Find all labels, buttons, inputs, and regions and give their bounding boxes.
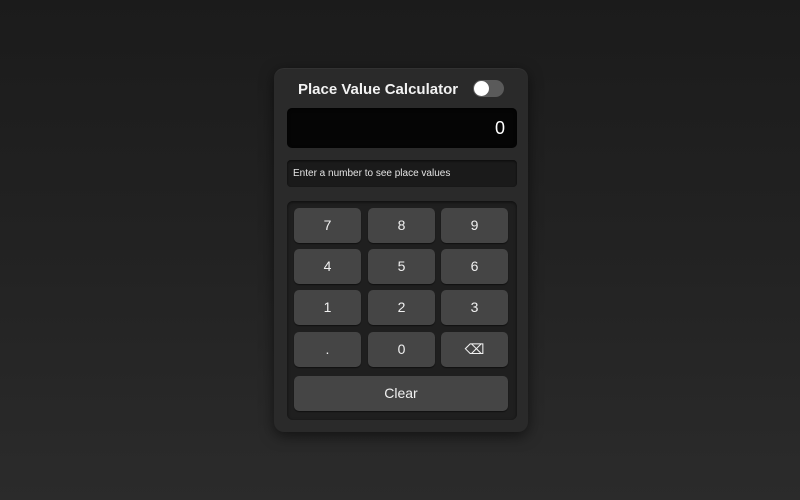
key-8[interactable]: 8 — [368, 208, 435, 243]
app-title: Place Value Calculator — [298, 81, 459, 98]
toggle-knob — [474, 81, 489, 96]
clear-button[interactable]: Clear — [294, 376, 508, 411]
key-2[interactable]: 2 — [368, 290, 435, 325]
key-4[interactable]: 4 — [294, 249, 361, 284]
key-0[interactable]: 0 — [368, 332, 435, 367]
key-decimal[interactable]: . — [294, 332, 361, 367]
backspace-icon: ⌫ — [464, 341, 485, 357]
key-7[interactable]: 7 — [294, 208, 361, 243]
backspace-button[interactable]: ⌫ — [441, 332, 508, 367]
theme-toggle[interactable] — [473, 80, 504, 97]
key-9[interactable]: 9 — [441, 208, 508, 243]
key-3[interactable]: 3 — [441, 290, 508, 325]
place-value-info: Enter a number to see place values — [287, 160, 517, 187]
key-5[interactable]: 5 — [368, 249, 435, 284]
key-6[interactable]: 6 — [441, 249, 508, 284]
number-display: 0 — [287, 108, 517, 148]
calculator-panel: Place Value Calculator 0 Enter a number … — [274, 68, 528, 432]
keypad: 7 8 9 4 5 6 1 2 3 . 0 ⌫ Clear — [287, 201, 517, 420]
key-1[interactable]: 1 — [294, 290, 361, 325]
